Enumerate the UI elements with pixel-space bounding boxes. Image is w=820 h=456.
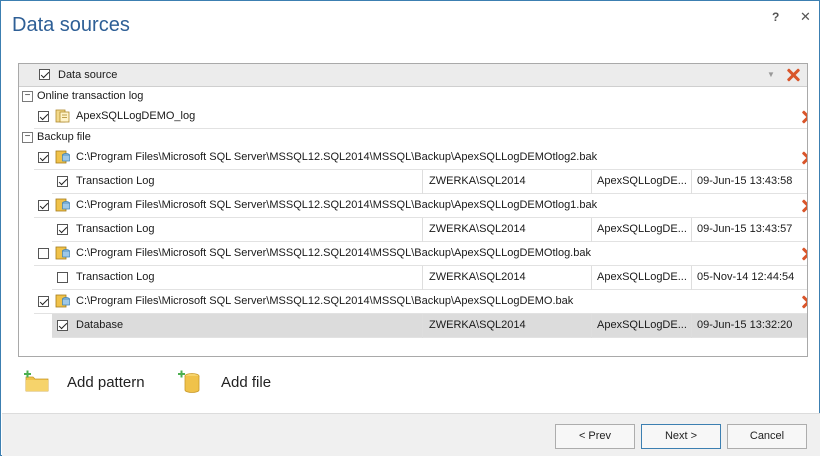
- remove-icon[interactable]: [801, 246, 807, 262]
- file-path: C:\Program Files\Microsoft SQL Server\MS…: [76, 247, 591, 259]
- group-label: Online transaction log: [37, 90, 144, 102]
- row-checkbox[interactable]: [57, 224, 68, 235]
- column-divider: [691, 218, 692, 242]
- backup-date: 05-Nov-14 12:44:54: [697, 271, 795, 283]
- table-row[interactable]: Transaction Log ZWERKA\SQL2014 ApexSQLLo…: [52, 170, 807, 194]
- row-checkbox[interactable]: [38, 200, 49, 211]
- database-name: ApexSQLLogDE...: [597, 223, 687, 235]
- server-name: ZWERKA\SQL2014: [429, 175, 526, 187]
- collapse-group-button[interactable]: −: [22, 132, 33, 143]
- backup-date: 09-Jun-15 13:43:57: [697, 223, 793, 235]
- close-button[interactable]: ✕: [800, 9, 811, 25]
- column-divider: [422, 218, 423, 242]
- grid-header: Data source ▼: [19, 64, 807, 87]
- column-header-data-source: Data source: [58, 69, 118, 81]
- backup-file-icon: [55, 150, 70, 164]
- collapse-group-button[interactable]: −: [22, 91, 33, 102]
- server-name: ZWERKA\SQL2014: [429, 271, 526, 283]
- remove-icon[interactable]: [801, 294, 807, 310]
- add-folder-icon: [24, 370, 49, 392]
- help-button[interactable]: ?: [772, 10, 779, 24]
- row-checkbox[interactable]: [38, 111, 49, 122]
- remove-icon[interactable]: [801, 109, 807, 125]
- backup-date: 09-Jun-15 13:43:58: [697, 175, 793, 187]
- dialog-footer: < Prev Next > Cancel: [2, 413, 820, 456]
- table-row-selected[interactable]: Database ZWERKA\SQL2014 ApexSQLLogDE... …: [52, 314, 807, 338]
- list-item-backup-file[interactable]: C:\Program Files\Microsoft SQL Server\MS…: [34, 194, 807, 218]
- remove-icon[interactable]: [801, 198, 807, 214]
- data-source-grid: Data source ▼ − Online transaction log A…: [18, 63, 808, 357]
- remove-all-icon[interactable]: [786, 67, 802, 83]
- add-pattern-label: Add pattern: [67, 374, 145, 391]
- table-row[interactable]: Transaction Log ZWERKA\SQL2014 ApexSQLLo…: [52, 266, 807, 290]
- column-divider: [591, 170, 592, 194]
- row-checkbox[interactable]: [38, 248, 49, 259]
- column-divider: [691, 170, 692, 194]
- group-label: Backup file: [37, 131, 91, 143]
- backup-type: Transaction Log: [76, 175, 155, 187]
- file-path: C:\Program Files\Microsoft SQL Server\MS…: [76, 295, 574, 307]
- database-name: ApexSQLLogDE...: [597, 175, 687, 187]
- chevron-down-icon[interactable]: ▼: [767, 70, 775, 79]
- add-pattern-button[interactable]: Add pattern: [24, 369, 154, 397]
- list-item-backup-file[interactable]: C:\Program Files\Microsoft SQL Server\MS…: [34, 146, 807, 170]
- row-checkbox[interactable]: [38, 296, 49, 307]
- group-online-transaction-log: − Online transaction log: [19, 88, 807, 105]
- backup-date: 09-Jun-15 13:32:20: [697, 319, 793, 331]
- column-divider: [691, 314, 692, 338]
- row-checkbox[interactable]: [57, 272, 68, 283]
- backup-file-icon: [55, 294, 70, 308]
- row-checkbox[interactable]: [57, 176, 68, 187]
- backup-type: Transaction Log: [76, 223, 155, 235]
- backup-type: Database: [76, 319, 124, 331]
- list-item-backup-file[interactable]: C:\Program Files\Microsoft SQL Server\MS…: [34, 242, 807, 266]
- log-file-icon: [55, 109, 70, 123]
- group-backup-file: − Backup file: [19, 129, 807, 146]
- database-name: ApexSQLLogDE...: [597, 319, 687, 331]
- add-file-icon: [178, 370, 200, 393]
- remove-icon[interactable]: [801, 150, 807, 166]
- column-divider: [591, 266, 592, 290]
- column-divider: [591, 218, 592, 242]
- file-path: C:\Program Files\Microsoft SQL Server\MS…: [76, 199, 598, 211]
- column-divider: [591, 314, 592, 338]
- data-sources-dialog: Data sources ? ✕ Data source ▼ − Online …: [0, 0, 820, 456]
- row-checkbox[interactable]: [38, 152, 49, 163]
- database-name: ApexSQLLogDE...: [597, 271, 687, 283]
- file-name: ApexSQLLogDEMO_log: [76, 110, 196, 122]
- cancel-button[interactable]: Cancel: [727, 424, 807, 449]
- table-row[interactable]: Transaction Log ZWERKA\SQL2014 ApexSQLLo…: [52, 218, 807, 242]
- row-checkbox[interactable]: [57, 320, 68, 331]
- backup-type: Transaction Log: [76, 271, 155, 283]
- next-button[interactable]: Next >: [641, 424, 721, 449]
- column-divider: [422, 314, 423, 338]
- backup-file-icon: [55, 198, 70, 212]
- add-file-label: Add file: [221, 374, 272, 391]
- dialog-title: Data sources: [12, 14, 130, 36]
- prev-button[interactable]: < Prev: [555, 424, 635, 449]
- backup-file-icon: [55, 246, 70, 260]
- list-item-backup-file[interactable]: C:\Program Files\Microsoft SQL Server\MS…: [34, 290, 807, 314]
- select-all-checkbox[interactable]: [39, 69, 50, 80]
- server-name: ZWERKA\SQL2014: [429, 319, 526, 331]
- file-path: C:\Program Files\Microsoft SQL Server\MS…: [76, 151, 598, 163]
- server-name: ZWERKA\SQL2014: [429, 223, 526, 235]
- column-divider: [691, 266, 692, 290]
- add-file-button[interactable]: Add file: [178, 369, 288, 397]
- column-divider: [422, 266, 423, 290]
- column-divider: [422, 170, 423, 194]
- list-item-online-log[interactable]: ApexSQLLogDEMO_log: [34, 105, 807, 129]
